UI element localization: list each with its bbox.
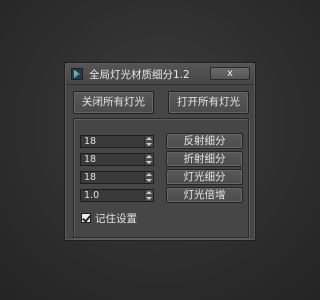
arrow-down-icon[interactable]	[146, 197, 152, 200]
light-subdivs-button[interactable]: 灯光细分	[166, 169, 243, 185]
arrow-up-icon[interactable]	[146, 155, 152, 158]
window-title: 全局灯光材质细分1.2	[89, 69, 190, 81]
light-subdivs-spinner[interactable]: 18	[80, 171, 154, 184]
arrow-up-icon[interactable]	[146, 173, 152, 176]
close-all-lights-button[interactable]: 关闭所有灯光	[73, 91, 154, 114]
arrow-up-icon[interactable]	[146, 191, 152, 194]
remember-settings-checkbox[interactable]	[81, 213, 91, 223]
spinner-arrows[interactable]	[144, 172, 153, 183]
refraction-subdivs-button[interactable]: 折射细分	[166, 151, 243, 167]
spinner-value[interactable]: 1.0	[84, 190, 99, 201]
spinner-value[interactable]: 18	[84, 136, 96, 147]
remember-settings-label[interactable]: 记住设置	[95, 211, 137, 226]
close-button[interactable]: x	[210, 67, 250, 80]
light-multiplier-spinner[interactable]: 1.0	[80, 189, 154, 202]
refraction-subdivs-spinner[interactable]: 18	[80, 153, 154, 166]
dialog-window: 全局灯光材质细分1.2 x 关闭所有灯光 打开所有灯光 18 反射细分 18 折…	[64, 62, 256, 241]
spinner-arrows[interactable]	[144, 136, 153, 147]
arrow-down-icon[interactable]	[146, 161, 152, 164]
light-multiplier-button[interactable]: 灯光倍增	[166, 187, 243, 203]
spinner-value[interactable]: 18	[84, 154, 96, 165]
arrow-down-icon[interactable]	[146, 143, 152, 146]
spinner-arrows[interactable]	[144, 190, 153, 201]
arrow-down-icon[interactable]	[146, 179, 152, 182]
open-all-lights-button[interactable]: 打开所有灯光	[168, 91, 249, 114]
reflection-subdivs-button[interactable]: 反射细分	[166, 133, 243, 149]
title-bar[interactable]: 全局灯光材质细分1.2 x	[66, 64, 254, 85]
reflection-subdivs-spinner[interactable]: 18	[80, 135, 154, 148]
spinner-value[interactable]: 18	[84, 172, 96, 183]
app-icon	[71, 68, 83, 80]
arrow-up-icon[interactable]	[146, 137, 152, 140]
spinner-arrows[interactable]	[144, 154, 153, 165]
